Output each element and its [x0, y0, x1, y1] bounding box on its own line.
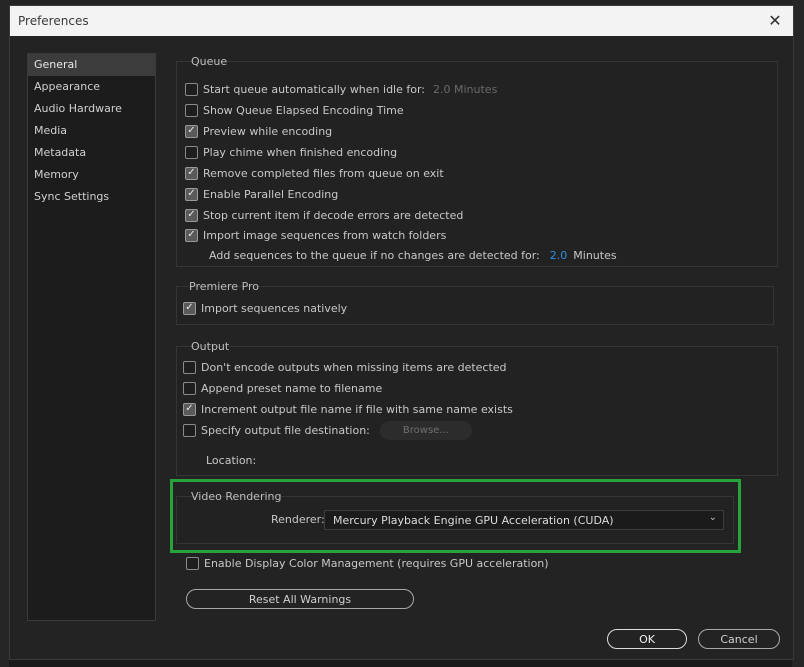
- append-preset-label: Append preset name to filename: [201, 381, 383, 395]
- location-row: Location:: [206, 451, 256, 469]
- import-sequences-checkbox[interactable]: ✓: [185, 228, 198, 242]
- remove-completed-checkbox[interactable]: ✓: [185, 166, 198, 180]
- queue-group: Queue Start queue automatically when idl…: [176, 55, 778, 267]
- premiere-group-title: Premiere Pro: [189, 280, 260, 293]
- stop-decode-row: ✓ Stop current item if decode errors are…: [185, 206, 463, 224]
- play-chime-row: Play chime when finished encoding: [185, 143, 397, 161]
- parallel-encoding-label: Enable Parallel Encoding: [203, 187, 339, 201]
- play-chime-checkbox[interactable]: [185, 145, 198, 159]
- start-queue-value[interactable]: 2.0 Minutes: [433, 83, 497, 96]
- specify-dest-label: Specify output file destination:: [201, 423, 370, 437]
- start-queue-checkbox[interactable]: [185, 82, 198, 96]
- output-group-title: Output: [191, 340, 230, 353]
- queue-group-title: Queue: [191, 55, 228, 68]
- add-sequences-value[interactable]: 2.0: [550, 249, 568, 262]
- import-native-label: Import sequences natively: [201, 301, 348, 315]
- show-elapsed-label: Show Queue Elapsed Encoding Time: [203, 103, 404, 117]
- video-rendering-highlight: [170, 479, 741, 553]
- start-queue-row: Start queue automatically when idle for:…: [185, 80, 497, 98]
- sidebar-item-general[interactable]: General: [28, 54, 155, 76]
- increment-row: ✓ Increment output file name if file wit…: [183, 400, 513, 418]
- location-label: Location:: [206, 453, 257, 467]
- preview-encoding-checkbox[interactable]: ✓: [185, 124, 198, 138]
- sidebar: General Appearance Audio Hardware Media …: [27, 53, 156, 621]
- preview-encoding-row: ✓ Preview while encoding: [185, 122, 332, 140]
- display-color-row: Enable Display Color Management (require…: [186, 554, 549, 572]
- background-app-left: [0, 0, 9, 667]
- sidebar-item-sync-settings[interactable]: Sync Settings: [28, 186, 155, 208]
- sidebar-item-appearance[interactable]: Appearance: [28, 76, 155, 98]
- remove-completed-row: ✓ Remove completed files from queue on e…: [185, 164, 444, 182]
- window-title: Preferences: [18, 14, 89, 28]
- add-sequences-label: Add sequences to the queue if no changes…: [209, 248, 540, 262]
- dont-encode-label: Don't encode outputs when missing items …: [201, 360, 507, 374]
- sidebar-item-audio-hardware[interactable]: Audio Hardware: [28, 98, 155, 120]
- dialog-body: General Appearance Audio Hardware Media …: [10, 36, 793, 659]
- start-queue-label: Start queue automatically when idle for:: [203, 82, 426, 96]
- reset-warnings-button[interactable]: Reset All Warnings: [186, 589, 414, 609]
- append-preset-checkbox[interactable]: [183, 381, 196, 395]
- preferences-dialog: Preferences ✕ General Appearance Audio H…: [9, 5, 794, 660]
- dont-encode-checkbox[interactable]: [183, 360, 196, 374]
- import-native-checkbox[interactable]: ✓: [183, 301, 196, 315]
- output-group: Output Don't encode outputs when missing…: [176, 340, 778, 476]
- stop-decode-label: Stop current item if decode errors are d…: [203, 208, 464, 222]
- import-sequences-label: Import image sequences from watch folder…: [203, 228, 447, 242]
- import-native-row: ✓ Import sequences natively: [183, 299, 347, 317]
- append-preset-row: Append preset name to filename: [183, 379, 382, 397]
- display-color-label: Enable Display Color Management (require…: [204, 556, 549, 570]
- increment-checkbox[interactable]: ✓: [183, 402, 196, 416]
- parallel-encoding-checkbox[interactable]: ✓: [185, 187, 198, 201]
- remove-completed-label: Remove completed files from queue on exi…: [203, 166, 444, 180]
- add-sequences-unit: Minutes: [573, 248, 617, 262]
- import-sequences-row: ✓ Import image sequences from watch fold…: [185, 226, 446, 244]
- specify-dest-checkbox[interactable]: [183, 423, 196, 437]
- title-bar: Preferences ✕: [10, 6, 793, 36]
- sidebar-item-metadata[interactable]: Metadata: [28, 142, 155, 164]
- sidebar-item-memory[interactable]: Memory: [28, 164, 155, 186]
- close-icon[interactable]: ✕: [765, 11, 785, 31]
- show-elapsed-row: Show Queue Elapsed Encoding Time: [185, 101, 404, 119]
- stop-decode-checkbox[interactable]: ✓: [185, 208, 198, 222]
- parallel-encoding-row: ✓ Enable Parallel Encoding: [185, 185, 338, 203]
- ok-button[interactable]: OK: [607, 629, 687, 649]
- dont-encode-row: Don't encode outputs when missing items …: [183, 358, 507, 376]
- browse-button[interactable]: Browse...: [379, 420, 472, 440]
- specify-dest-row: Specify output file destination: Browse.…: [183, 420, 472, 440]
- show-elapsed-checkbox[interactable]: [185, 103, 198, 117]
- sidebar-item-media[interactable]: Media: [28, 120, 155, 142]
- cancel-button[interactable]: Cancel: [698, 629, 780, 649]
- premiere-group: Premiere Pro ✓ Import sequences natively: [176, 280, 774, 325]
- increment-label: Increment output file name if file with …: [201, 402, 513, 416]
- add-sequences-row: Add sequences to the queue if no changes…: [209, 246, 617, 264]
- preview-encoding-label: Preview while encoding: [203, 124, 333, 138]
- play-chime-label: Play chime when finished encoding: [203, 145, 398, 159]
- display-color-checkbox[interactable]: [186, 556, 199, 570]
